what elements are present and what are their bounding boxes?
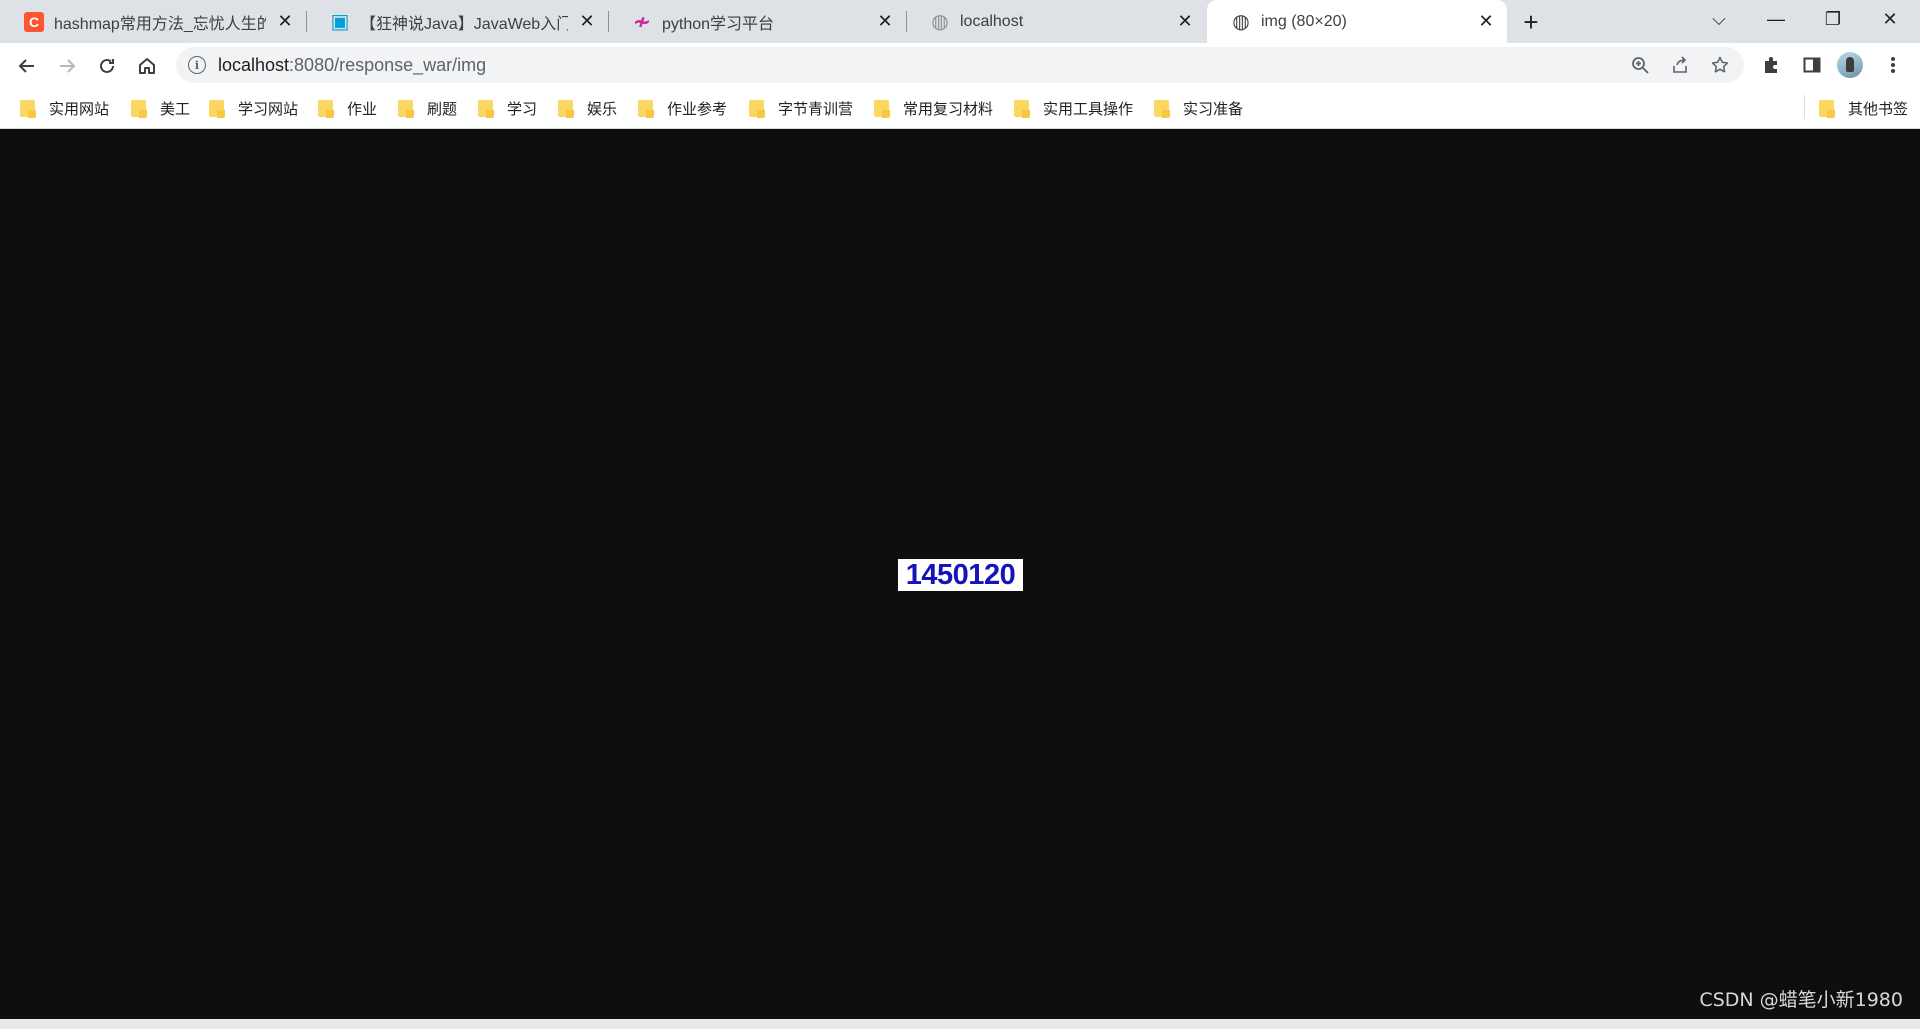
bookmark-label: 实用网站 <box>49 100 110 118</box>
restore-button[interactable]: ❐ <box>1805 0 1861 38</box>
bookmark-label: 常用复习材料 <box>903 100 994 118</box>
folder-icon <box>749 99 765 118</box>
bookmark-folder[interactable]: 实用网站 <box>20 97 109 119</box>
bookmark-folder[interactable]: 美工 <box>131 97 190 119</box>
bookmark-label: 字节青训营 <box>778 100 854 118</box>
bookmark-label: 其他书签 <box>1848 100 1909 118</box>
bookmarks-separator <box>1804 95 1805 119</box>
address-bar[interactable]: i localhost:8080/response_war/img <box>176 47 1744 83</box>
tab-title: hashmap常用方法_忘忧人生的博 <box>54 15 266 33</box>
close-icon[interactable]: ✕ <box>1174 11 1196 33</box>
folder-icon <box>1014 99 1030 118</box>
other-bookmarks-folder[interactable]: 其他书签 <box>1819 97 1908 119</box>
bookmark-label: 作业参考 <box>667 100 728 118</box>
bookmark-label: 美工 <box>160 100 191 118</box>
bilibili-icon: ▣ <box>330 11 350 33</box>
tab-hashmap[interactable]: C hashmap常用方法_忘忧人生的博 ✕ <box>0 0 306 43</box>
captcha-number: 1450120 <box>905 559 1016 591</box>
bookmark-label: 学习 <box>507 100 538 118</box>
extensions-puzzle-icon[interactable] <box>1760 53 1784 77</box>
tab-javaweb[interactable]: ▣ 【狂神说Java】JavaWeb入门到实 ✕ <box>306 0 608 43</box>
bookmarks-bar: 实用网站 美工 学习网站 作业 刷题 学习 娱乐 作业参考 字节青训营 常用复习… <box>0 87 1920 129</box>
bookmark-folder[interactable]: 学习 <box>478 97 537 119</box>
globe-icon: ◍ <box>931 11 949 33</box>
bookmark-folder[interactable]: 实用工具操作 <box>1014 97 1133 119</box>
folder-icon <box>558 99 574 118</box>
forward-button[interactable] <box>51 50 83 82</box>
bookmark-label: 实习准备 <box>1183 100 1244 118</box>
bookmark-folder[interactable]: 实习准备 <box>1154 97 1243 119</box>
globe-icon: ◍ <box>1232 11 1250 33</box>
side-panel-icon[interactable] <box>1800 53 1824 77</box>
close-icon[interactable]: ✕ <box>274 11 296 33</box>
bookmark-folder[interactable]: 学习网站 <box>209 97 298 119</box>
tab-title: 【狂神说Java】JavaWeb入门到实 <box>360 15 568 33</box>
url-host: localhost <box>218 55 290 75</box>
reload-button[interactable] <box>91 50 123 82</box>
share-icon[interactable] <box>1670 55 1690 75</box>
csdn-watermark: CSDN @蜡笔小新1980 <box>1699 989 1903 1011</box>
csdn-icon: C <box>24 11 44 32</box>
toolbar: i localhost:8080/response_war/img <box>0 43 1920 87</box>
menu-kebab-icon[interactable] <box>1881 53 1905 77</box>
folder-icon <box>478 99 494 118</box>
minimize-button[interactable]: — <box>1748 0 1804 38</box>
folder-icon <box>638 99 654 118</box>
bookmark-label: 实用工具操作 <box>1043 100 1134 118</box>
url-path: :8080/response_war/img <box>289 55 487 75</box>
tab-localhost[interactable]: ◍ localhost ✕ <box>906 0 1206 43</box>
profile-avatar[interactable] <box>1837 52 1863 78</box>
folder-icon <box>318 99 334 118</box>
tab-title: localhost <box>960 12 1024 30</box>
bookmark-folder[interactable]: 作业 <box>318 97 377 119</box>
zoom-icon[interactable] <box>1630 55 1650 75</box>
bookmark-label: 娱乐 <box>587 100 618 118</box>
captcha-image: 1450120 <box>898 559 1023 591</box>
home-button[interactable] <box>131 50 163 82</box>
close-icon[interactable]: ✕ <box>1475 11 1497 33</box>
reload-icon <box>100 58 114 73</box>
back-button[interactable] <box>11 50 43 82</box>
bookmark-label: 学习网站 <box>238 100 299 118</box>
folder-icon <box>20 99 36 118</box>
folder-icon <box>1154 99 1170 118</box>
window-close-button[interactable]: ✕ <box>1862 0 1918 38</box>
python-platform-icon: ≁ <box>632 8 652 34</box>
bookmark-folder[interactable]: 作业参考 <box>638 97 727 119</box>
folder-icon <box>209 99 225 118</box>
folder-icon <box>1819 99 1835 118</box>
bookmark-label: 刷题 <box>427 100 458 118</box>
tab-python-platform[interactable]: ≁ python学习平台 ✕ <box>608 0 906 43</box>
bookmark-star-icon[interactable] <box>1710 55 1730 75</box>
address-url[interactable]: localhost:8080/response_war/img <box>218 55 486 76</box>
folder-icon <box>131 99 147 118</box>
bookmark-folder[interactable]: 字节青训营 <box>749 97 853 119</box>
close-icon[interactable]: ✕ <box>576 11 598 33</box>
bookmark-label: 作业 <box>347 100 378 118</box>
tab-title: python学习平台 <box>662 15 775 33</box>
taskbar-edge <box>0 1019 1920 1029</box>
bookmark-folder[interactable]: 娱乐 <box>558 97 617 119</box>
folder-icon <box>398 99 414 118</box>
bookmark-folder[interactable]: 常用复习材料 <box>874 97 993 119</box>
home-icon <box>139 58 155 74</box>
tab-search-dropdown-icon[interactable]: ⌵ <box>1691 0 1747 38</box>
tab-img[interactable]: ◍ img (80×20) ✕ <box>1207 0 1507 43</box>
page-content: 1450120 CSDN @蜡笔小新1980 <box>0 129 1920 1019</box>
bookmark-folder[interactable]: 刷题 <box>398 97 457 119</box>
forward-arrow-icon <box>60 59 76 73</box>
tab-strip: C hashmap常用方法_忘忧人生的博 ✕ ▣ 【狂神说Java】JavaWe… <box>0 0 1920 43</box>
new-tab-button[interactable]: + <box>1516 7 1546 37</box>
folder-icon <box>874 99 890 118</box>
site-info-icon[interactable]: i <box>188 56 206 74</box>
back-arrow-icon <box>18 59 34 73</box>
close-icon[interactable]: ✕ <box>874 11 896 33</box>
tab-title: img (80×20) <box>1261 12 1347 30</box>
